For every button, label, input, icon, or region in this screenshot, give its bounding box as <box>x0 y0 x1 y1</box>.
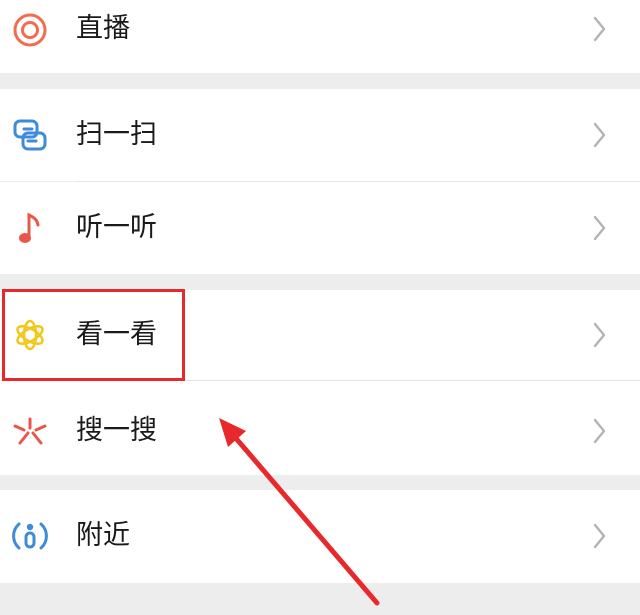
search-star-icon <box>10 411 50 451</box>
menu-item-label: 扫一扫 <box>76 119 157 150</box>
flower-icon <box>10 315 50 355</box>
nearby-person-icon <box>10 516 50 556</box>
menu-item-label: 搜一搜 <box>76 415 157 446</box>
chevron-right-icon <box>591 320 609 350</box>
menu-item-live[interactable]: 直播 <box>0 0 640 73</box>
live-icon <box>10 10 50 50</box>
menu-item-label: 听一听 <box>76 212 157 243</box>
menu-item-search[interactable]: 搜一搜 <box>0 381 640 475</box>
scan-icon <box>10 115 50 155</box>
menu-item-label: 附近 <box>76 520 130 551</box>
chevron-right-icon <box>591 14 609 44</box>
chevron-right-icon <box>591 416 609 446</box>
menu-item-listen[interactable]: 听一听 <box>0 182 640 274</box>
chevron-right-icon <box>591 521 609 551</box>
music-note-icon <box>10 208 50 248</box>
menu-item-scan[interactable]: 扫一扫 <box>0 89 640 181</box>
chevron-right-icon <box>591 120 609 150</box>
menu-item-label: 看一看 <box>76 319 157 350</box>
chevron-right-icon <box>591 213 609 243</box>
menu-item-label: 直播 <box>76 13 130 44</box>
menu-item-look[interactable]: 看一看 <box>0 290 640 380</box>
menu-item-nearby[interactable]: 附近 <box>0 490 640 583</box>
